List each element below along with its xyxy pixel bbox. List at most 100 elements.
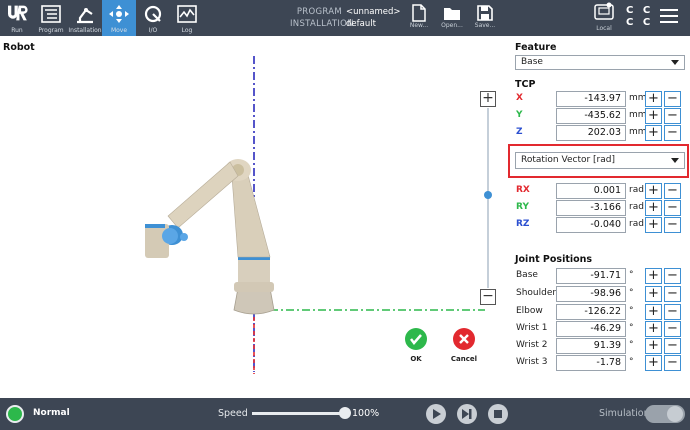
- joint-shoulder-plus-button[interactable]: +: [645, 286, 662, 302]
- joint-base-minus-button[interactable]: −: [664, 268, 681, 284]
- tab-io[interactable]: I/O: [136, 0, 170, 36]
- safety-checksum[interactable]: C C C C: [626, 5, 653, 29]
- joint-elbow-unit: °: [629, 306, 634, 316]
- open-folder-icon: [444, 8, 460, 20]
- tcp-z-minus-button[interactable]: −: [664, 125, 681, 141]
- tab-run[interactable]: Run: [0, 0, 34, 36]
- tcp-rx-unit: rad: [629, 185, 644, 195]
- save-button-label: Save...: [474, 22, 496, 29]
- program-name: <unnamed>: [346, 7, 401, 17]
- rotation-format-select[interactable]: Rotation Vector [rad]: [515, 152, 685, 169]
- io-icon: [144, 5, 162, 23]
- tcp-ry-plus-button[interactable]: +: [645, 200, 662, 216]
- joint-wrist2-plus-button[interactable]: +: [645, 338, 662, 354]
- stop-button[interactable]: [488, 404, 508, 424]
- local-control-button[interactable]: Local: [588, 2, 620, 34]
- new-button[interactable]: New...: [404, 3, 434, 33]
- tcp-rx-value[interactable]: 0.001: [556, 183, 626, 199]
- tab-program[interactable]: Program: [34, 0, 68, 36]
- teach-pendant-icon: [594, 2, 614, 20]
- zoom-slider-knob[interactable]: [484, 191, 492, 199]
- move-icon: [109, 5, 129, 23]
- chevron-down-icon: [671, 158, 679, 163]
- tcp-row-z: Z 202.03 mm + −: [515, 125, 685, 141]
- joint-wrist1-name: Wrist 1: [516, 323, 548, 333]
- tcp-y-plus-button[interactable]: +: [645, 108, 662, 124]
- tcp-x-value[interactable]: -143.97: [556, 91, 626, 107]
- play-button[interactable]: [426, 404, 446, 424]
- tcp-z-value[interactable]: 202.03: [556, 125, 626, 141]
- tab-log-label: Log: [181, 27, 193, 34]
- tcp-x-unit: mm: [629, 93, 647, 103]
- tcp-z-plus-button[interactable]: +: [645, 125, 662, 141]
- joint-wrist1-value[interactable]: -46.29: [556, 321, 626, 337]
- tab-installation[interactable]: Installation: [68, 0, 102, 36]
- joint-wrist3-minus-button[interactable]: −: [664, 355, 681, 371]
- joint-wrist3-value[interactable]: -1.78: [556, 355, 626, 371]
- joint-shoulder-value[interactable]: -98.96: [556, 286, 626, 302]
- tab-move[interactable]: Move: [102, 0, 136, 36]
- joint-elbow-name: Elbow: [516, 306, 543, 316]
- tcp-ry-unit: rad: [629, 202, 644, 212]
- speed-slider-knob[interactable]: [339, 407, 351, 419]
- step-button[interactable]: [457, 404, 477, 424]
- simulation-toggle[interactable]: [645, 405, 685, 423]
- ok-button[interactable]: OK: [396, 328, 436, 363]
- tcp-rz-minus-button[interactable]: −: [664, 217, 681, 233]
- tcp-row-x: X -143.97 mm + −: [515, 91, 685, 107]
- tcp-rx-plus-button[interactable]: +: [645, 183, 662, 199]
- zoom-in-button[interactable]: +: [480, 91, 496, 107]
- save-disk-icon: [477, 5, 493, 21]
- joint-base-plus-button[interactable]: +: [645, 268, 662, 284]
- simulation-label: Simulation: [599, 408, 650, 419]
- joint-wrist3-name: Wrist 3: [516, 357, 548, 367]
- tcp-rz-name: RZ: [516, 219, 530, 229]
- tcp-rx-minus-button[interactable]: −: [664, 183, 681, 199]
- joint-wrist2-value[interactable]: 91.39: [556, 338, 626, 354]
- tcp-y-minus-button[interactable]: −: [664, 108, 681, 124]
- joint-elbow-minus-button[interactable]: −: [664, 304, 681, 320]
- local-label: Local: [596, 25, 612, 32]
- checkmark-icon: [405, 328, 427, 350]
- new-button-label: New...: [409, 22, 429, 29]
- cancel-button[interactable]: Cancel: [444, 328, 484, 363]
- joint-shoulder-name: Shoulder: [516, 288, 557, 298]
- stop-icon: [494, 410, 502, 418]
- new-file-icon: [412, 4, 426, 22]
- robot-model: [145, 159, 275, 315]
- joint-base-value[interactable]: -91.71: [556, 268, 626, 284]
- zoom-out-button[interactable]: −: [480, 289, 496, 305]
- tab-installation-label: Installation: [68, 27, 102, 34]
- tcp-title: TCP: [515, 79, 536, 90]
- tcp-x-minus-button[interactable]: −: [664, 91, 681, 107]
- robot-status-button[interactable]: [6, 405, 24, 423]
- tcp-rz-plus-button[interactable]: +: [645, 217, 662, 233]
- open-button[interactable]: Open...: [437, 3, 467, 33]
- tcp-x-plus-button[interactable]: +: [645, 91, 662, 107]
- tcp-y-unit: mm: [629, 110, 647, 120]
- joint-wrist3-plus-button[interactable]: +: [645, 355, 662, 371]
- joint-wrist2-minus-button[interactable]: −: [664, 338, 681, 354]
- tcp-rz-value[interactable]: -0.040: [556, 217, 626, 233]
- program-icon: [41, 5, 61, 23]
- joint-elbow-value[interactable]: -126.22: [556, 304, 626, 320]
- tab-log[interactable]: Log: [170, 0, 204, 36]
- tcp-y-value[interactable]: -435.62: [556, 108, 626, 124]
- play-icon: [433, 409, 441, 419]
- bottom-bar: Normal Speed 100% Simulation: [0, 398, 690, 430]
- tcp-ry-value[interactable]: -3.166: [556, 200, 626, 216]
- joint-shoulder-minus-button[interactable]: −: [664, 286, 681, 302]
- tcp-row-ry: RY -3.166 rad + −: [515, 200, 685, 216]
- joint-elbow-plus-button[interactable]: +: [645, 304, 662, 320]
- feature-selected-value: Base: [521, 57, 543, 67]
- joint-row-elbow: Elbow -126.22 ° + −: [515, 304, 685, 320]
- joint-wrist1-plus-button[interactable]: +: [645, 321, 662, 337]
- tab-run-label: Run: [11, 27, 23, 34]
- speed-value: 100%: [352, 408, 380, 419]
- feature-select[interactable]: Base: [515, 55, 685, 70]
- speed-slider-track[interactable]: [252, 412, 348, 415]
- hamburger-menu-icon[interactable]: [660, 9, 678, 25]
- joint-wrist1-minus-button[interactable]: −: [664, 321, 681, 337]
- tcp-ry-minus-button[interactable]: −: [664, 200, 681, 216]
- save-button[interactable]: Save...: [470, 3, 500, 33]
